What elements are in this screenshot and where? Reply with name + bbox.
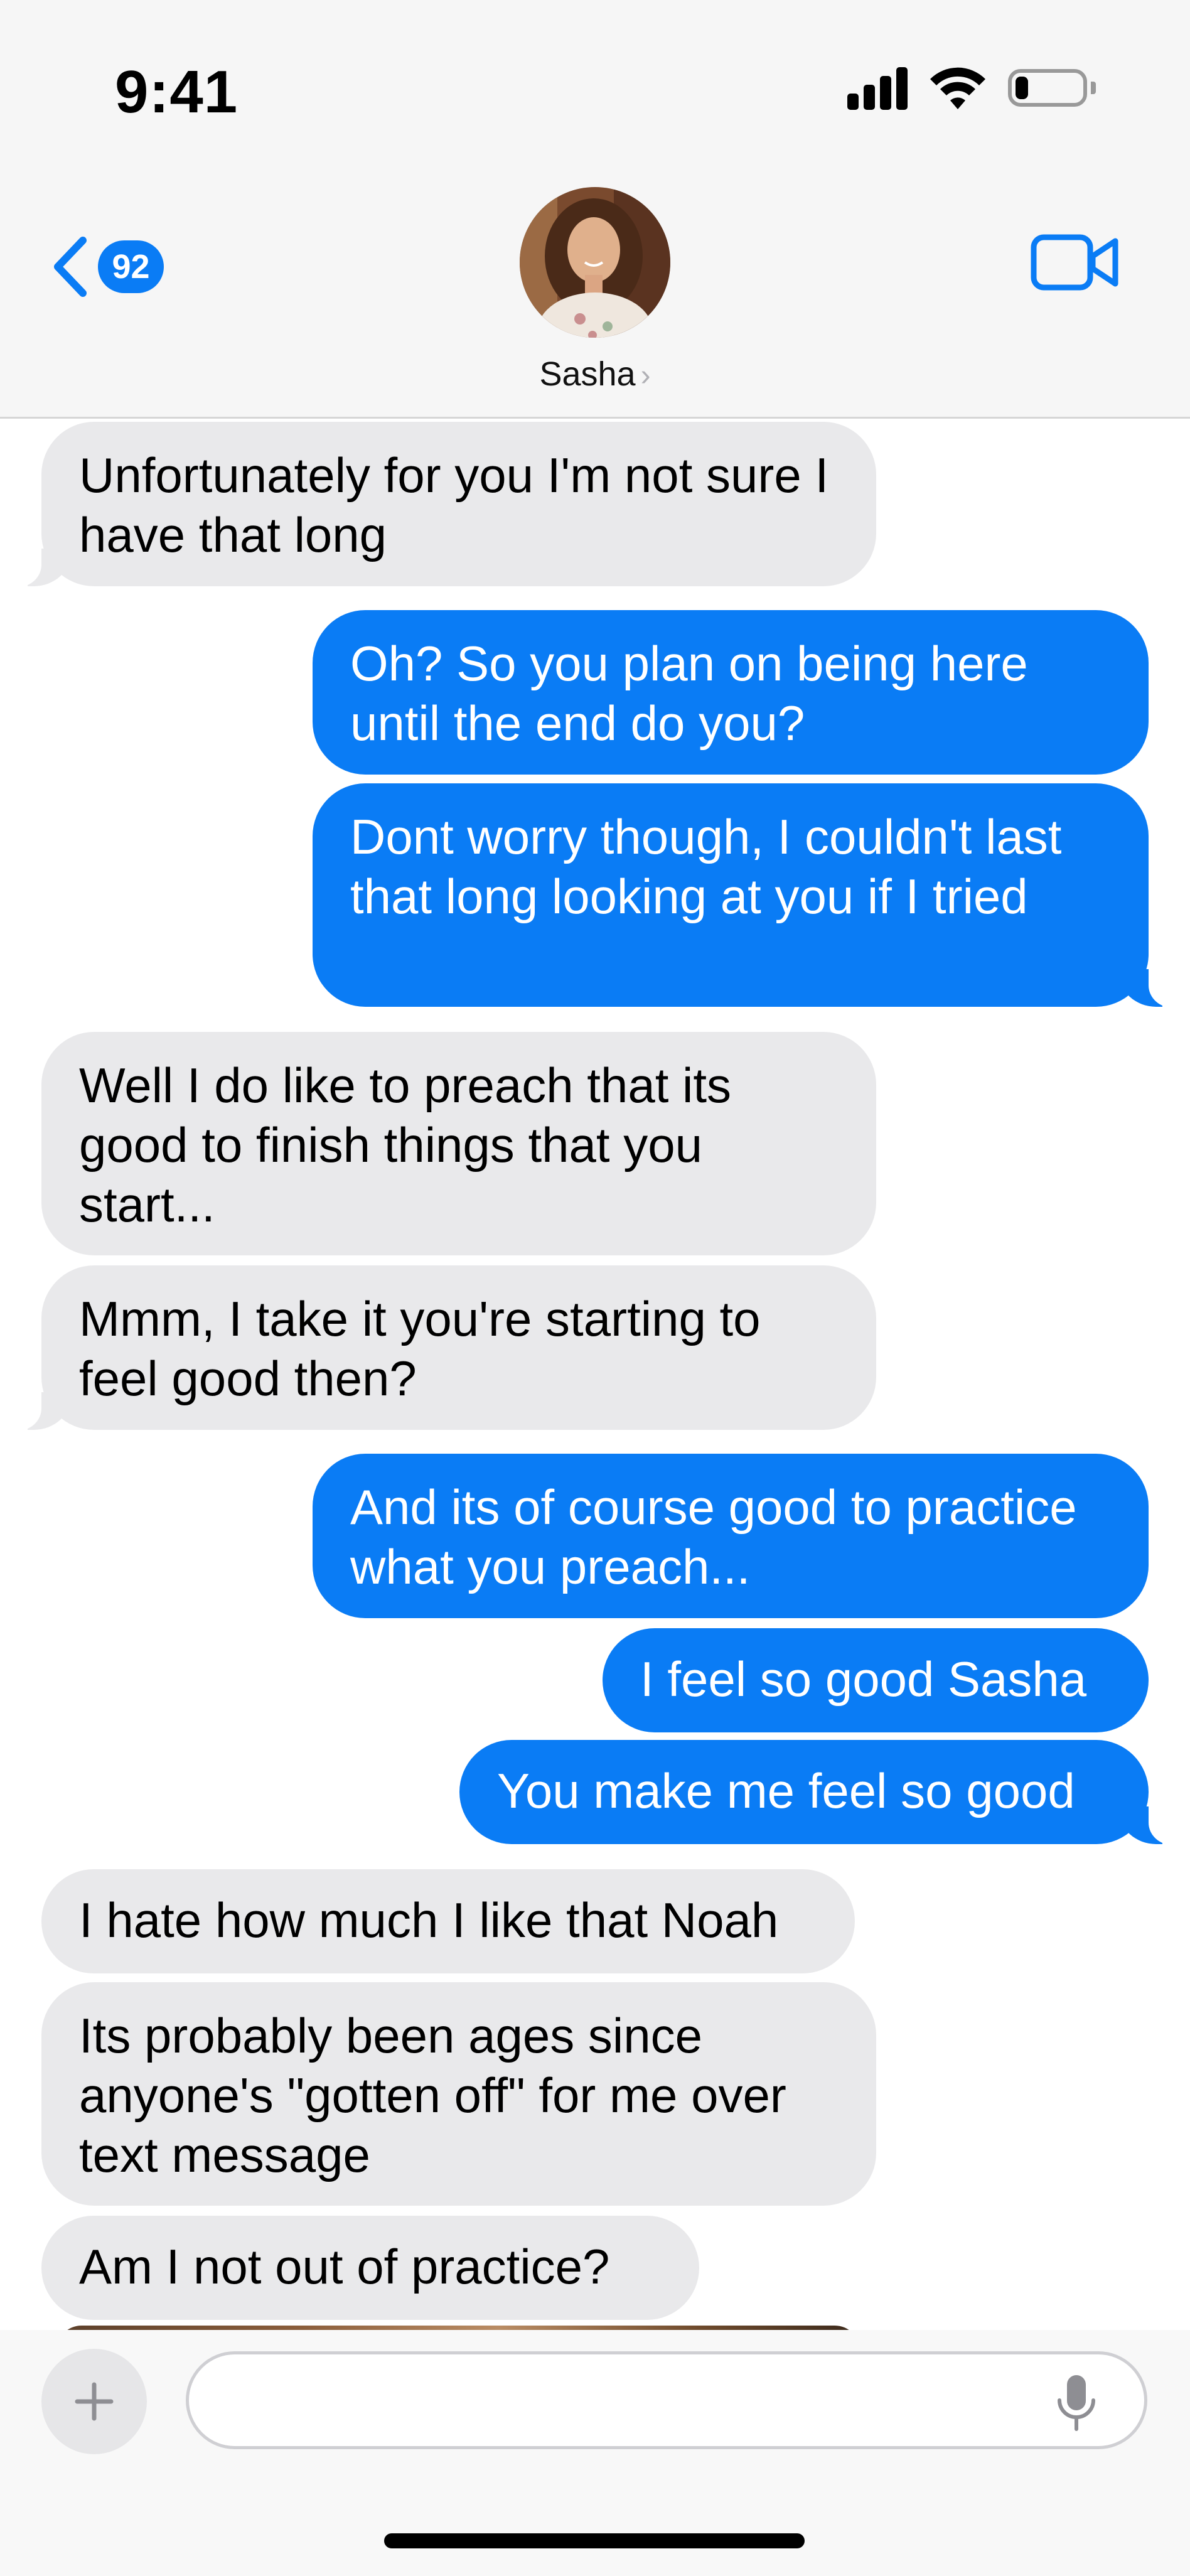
unread-count-badge: 92 <box>98 240 164 293</box>
message-sent[interactable]: I feel so good Sasha <box>603 1628 1149 1732</box>
message-sent[interactable]: You make me feel so good <box>459 1740 1181 1845</box>
contact-name-button[interactable]: Sasha › <box>0 355 1190 394</box>
message-received[interactable]: Unfortunately for you I'm not sure I hav… <box>9 422 876 588</box>
message-received[interactable]: Am I not out of practice? <box>41 2216 699 2320</box>
apps-plus-button[interactable] <box>41 2349 147 2454</box>
message-text: I hate how much I like that Noah <box>79 1892 779 1948</box>
message-text: Well I do like to preach that its good t… <box>79 1058 732 1232</box>
message-received[interactable]: Well I do like to preach that its good t… <box>41 1032 876 1255</box>
message-text: I feel so good Sasha <box>640 1651 1087 1707</box>
wifi-icon <box>930 67 985 109</box>
microphone-icon[interactable] <box>1054 2373 1098 2433</box>
message-received[interactable]: I hate how much I like that Noah <box>41 1869 855 1973</box>
message-text: Mmm, I take it you're starting to feel g… <box>79 1291 761 1406</box>
video-call-icon[interactable] <box>1030 231 1121 294</box>
contact-name: Sasha <box>539 355 636 393</box>
message-text: You make me feel so good <box>497 1763 1075 1818</box>
message-received[interactable]: Its probably been ages since anyone's "g… <box>41 1982 876 2206</box>
message-sent[interactable]: Oh? So you plan on being here until the … <box>313 610 1149 775</box>
message-text: Dont worry though, I couldn't last that … <box>350 809 1062 924</box>
conversation-header: 9:41 92 Sasha › <box>0 0 1190 419</box>
cellular-signal-icon <box>847 66 908 110</box>
status-time: 9:41 <box>115 58 239 126</box>
message-text: Am I not out of practice? <box>79 2239 610 2294</box>
status-icons <box>847 63 1096 113</box>
message-sent[interactable]: Dont worry though, I couldn't last that … <box>313 783 1181 1008</box>
message-text: And its of course good to practice what … <box>350 1479 1077 1594</box>
plus-icon <box>75 2382 114 2421</box>
message-text: Oh? So you plan on being here until the … <box>350 636 1028 751</box>
avatar-image <box>520 187 670 338</box>
back-chevron-icon <box>54 237 87 297</box>
message-text: Unfortunately for you I'm not sure I hav… <box>79 448 829 562</box>
battery-icon <box>1008 69 1096 107</box>
contact-avatar[interactable] <box>520 187 670 338</box>
message-text: Its probably been ages since anyone's "g… <box>79 2008 786 2182</box>
battery-level <box>1016 77 1029 99</box>
message-input[interactable] <box>186 2351 1147 2449</box>
message-sent[interactable]: And its of course good to practice what … <box>313 1454 1149 1618</box>
name-chevron-icon: › <box>640 359 651 392</box>
back-button[interactable]: 92 <box>50 232 164 301</box>
message-received[interactable]: Mmm, I take it you're starting to feel g… <box>9 1265 876 1431</box>
home-indicator[interactable] <box>384 2533 805 2548</box>
